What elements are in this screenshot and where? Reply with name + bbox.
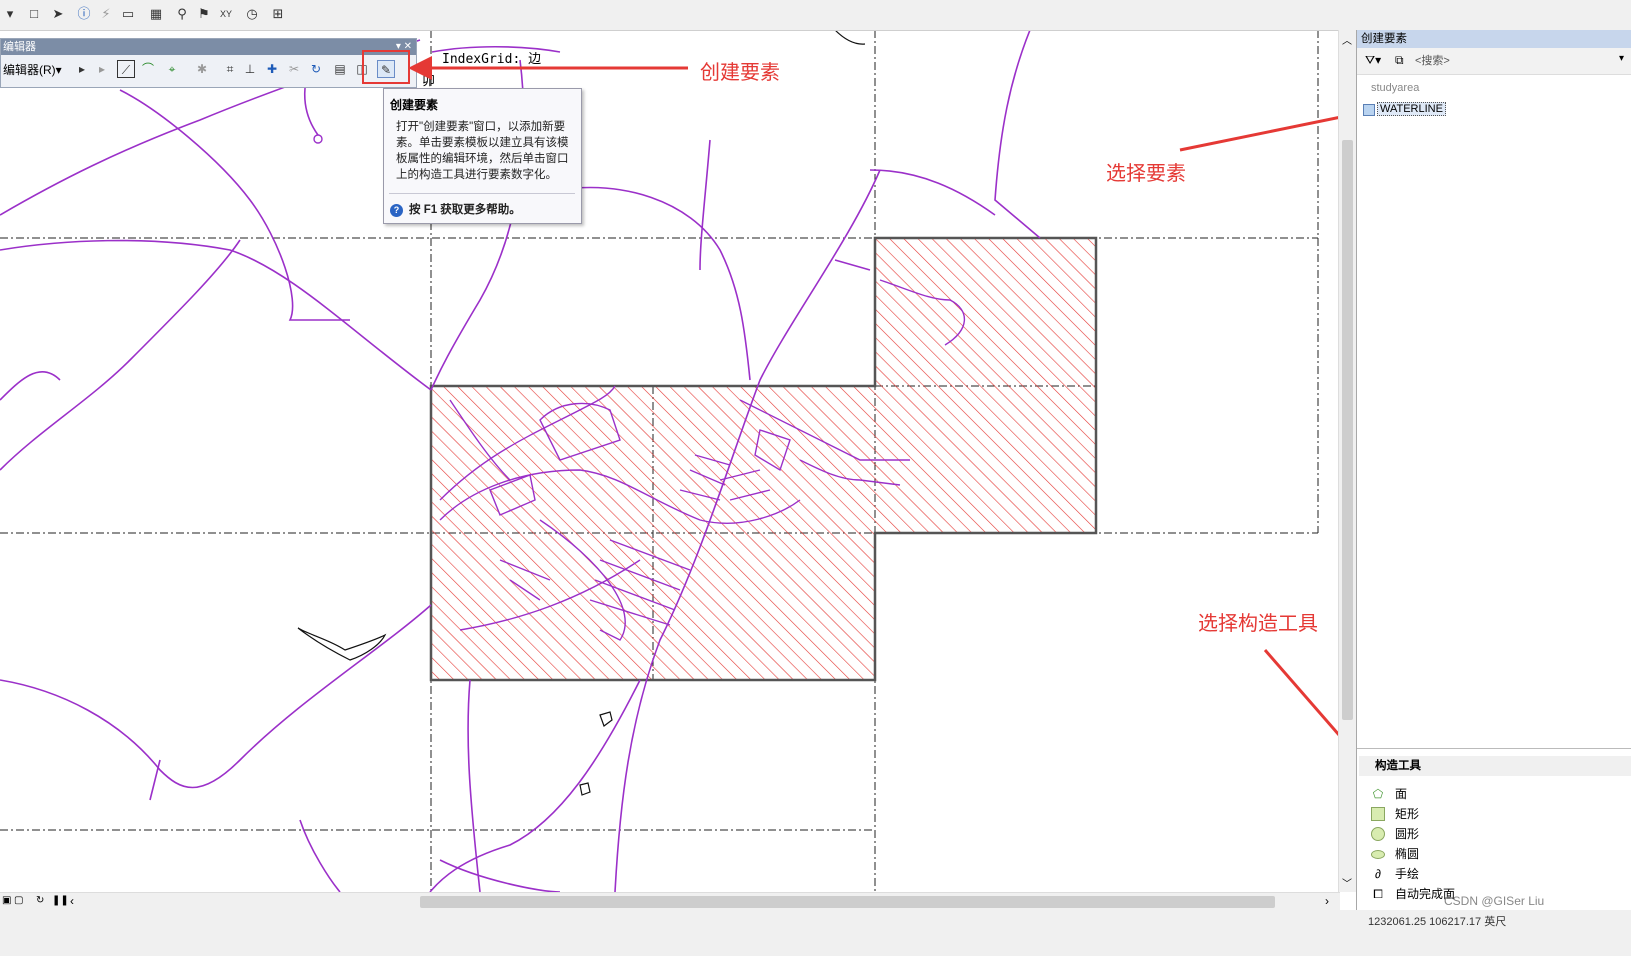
annotation-create-feature: 创建要素 — [700, 62, 780, 84]
template-waterline[interactable]: WATERLINE — [1377, 102, 1446, 116]
panel-title[interactable]: 创建要素 — [1357, 30, 1631, 48]
panel-divider[interactable] — [1357, 748, 1631, 749]
construction-tools-label: 构造工具 — [1375, 760, 1421, 772]
filter-icon[interactable]: ⛛▾ — [1365, 53, 1381, 68]
status-bar: 1232061.25 106217.17 英尺 CSDN @GISer Liu — [0, 894, 1631, 956]
horizontal-scroll-thumb[interactable] — [420, 896, 1275, 908]
circle-icon — [1371, 827, 1385, 841]
refresh-icon[interactable]: ↻ — [36, 895, 44, 906]
scroll-up-icon[interactable]: ︿ — [1342, 32, 1352, 47]
annotation-select-feature: 选择要素 — [1106, 163, 1186, 185]
line-symbol-icon — [1363, 104, 1375, 116]
chevron-down-icon[interactable]: ▾ — [1619, 53, 1624, 64]
create-features-panel: 创建要素 ⛛▾ ⧉ <搜索> ▾ studyarea WATERLINE 构造工… — [1356, 30, 1631, 956]
rectangle-icon — [1371, 807, 1385, 821]
watermark: CSDN @GISer Liu — [1444, 894, 1545, 908]
construction-tools-header: 构造工具 — [1359, 756, 1631, 776]
tool-rectangle[interactable]: 矩形 — [1371, 804, 1571, 824]
data-view-icon[interactable]: ▣ — [2, 895, 11, 906]
scroll-down-icon[interactable]: ﹀ — [1342, 875, 1352, 890]
annotation-select-tool: 选择构造工具 — [1198, 613, 1318, 635]
scroll-right-icon[interactable]: › — [1325, 894, 1329, 908]
layout-view-icon[interactable]: ▢ — [14, 895, 23, 906]
map-horizontal-scrollbar[interactable]: ▣ ▢ ↻ ❚❚ ‹ › — [0, 892, 1340, 911]
scroll-left-icon[interactable]: ‹ — [70, 894, 74, 908]
status-coordinates: 1232061.25 106217.17 英尺 — [1368, 916, 1507, 928]
tool-polygon[interactable]: ⬠ 面 — [1371, 784, 1571, 804]
vertical-scroll-thumb[interactable] — [1342, 140, 1353, 720]
pause-drawing-icon[interactable]: ❚❚ — [52, 895, 69, 906]
template-search-input[interactable]: <搜索> — [1415, 52, 1450, 68]
ellipse-icon — [1371, 850, 1385, 859]
tool-ellipse[interactable]: 椭圆 — [1371, 844, 1571, 864]
template-studyarea[interactable]: studyarea — [1371, 82, 1419, 94]
panel-toolbar: ⛛▾ ⧉ <搜索> ▾ — [1357, 48, 1631, 75]
freehand-icon: ∂ — [1375, 867, 1381, 881]
autocomplete-polygon-icon: ⧠ — [1373, 887, 1383, 901]
tool-freehand[interactable]: ∂ 手绘 — [1371, 864, 1571, 884]
polygon-icon: ⬠ — [1372, 787, 1384, 801]
organize-templates-icon[interactable]: ⧉ — [1395, 53, 1404, 68]
map-vertical-scrollbar[interactable]: ︿ ﹀ — [1338, 30, 1356, 892]
tool-circle[interactable]: 圆形 — [1371, 824, 1571, 844]
